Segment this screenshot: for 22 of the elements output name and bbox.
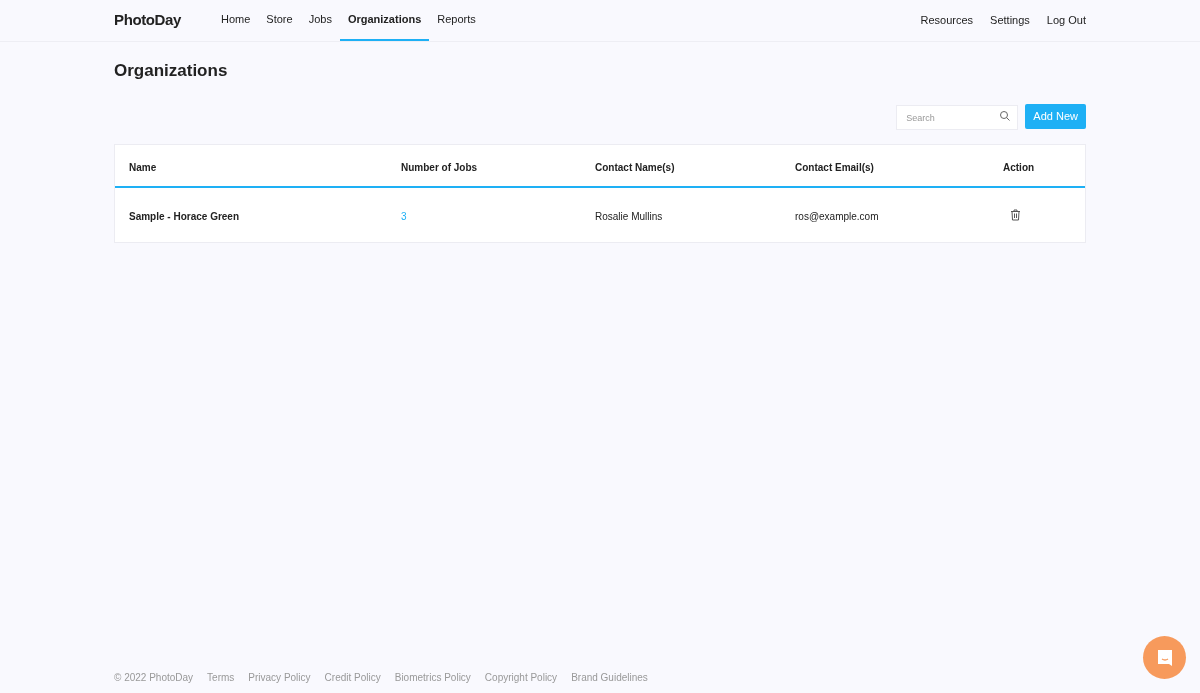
column-header: Name bbox=[129, 161, 157, 173]
column-header: Action bbox=[1003, 161, 1035, 173]
copyright-text: © 2022 PhotoDay bbox=[114, 671, 194, 685]
column-header: Contact Email(s) bbox=[795, 161, 874, 173]
nav-tab[interactable]: Organizations bbox=[339, 0, 430, 41]
table-cell: Rosalie Mullins bbox=[595, 211, 663, 222]
search-icon bbox=[999, 109, 1012, 122]
table-cell: ros@example.com bbox=[795, 211, 879, 222]
nav-tab[interactable]: Store bbox=[258, 0, 301, 41]
nav-tab[interactable]: Jobs bbox=[300, 0, 340, 41]
column-header: Number of Jobs bbox=[401, 161, 478, 173]
nav-tab[interactable]: Home bbox=[213, 0, 259, 41]
nav-link[interactable]: Resources bbox=[920, 12, 974, 29]
column-header: Contact Name(s) bbox=[595, 161, 675, 173]
nav-link[interactable]: Settings bbox=[990, 12, 1030, 29]
page-title: Organizations bbox=[114, 60, 229, 82]
logo[interactable]: PhotoDay bbox=[114, 9, 181, 32]
search-field[interactable]: Search bbox=[896, 105, 1019, 130]
table-cell: Sample - Horace Green bbox=[129, 211, 240, 222]
trash-icon[interactable] bbox=[1010, 209, 1021, 221]
nav-tab[interactable]: Reports bbox=[429, 0, 484, 41]
nav-link[interactable]: Log Out bbox=[1046, 12, 1086, 29]
